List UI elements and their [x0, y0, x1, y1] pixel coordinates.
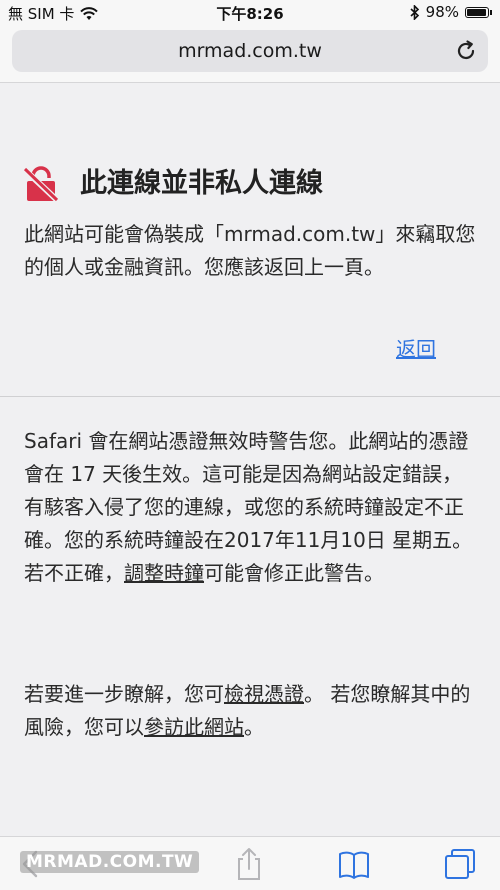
view-certificate-link[interactable]: 檢視憑證: [224, 682, 304, 706]
battery-percent: 98%: [425, 3, 459, 21]
warning-message: 此網站可能會偽裝成「mrmad.com.tw」來竊取您的個人或金融資訊。您應該返…: [24, 222, 476, 279]
details-text: 可能會修正此警告。: [204, 561, 384, 585]
status-right: 98%: [410, 3, 492, 21]
url-text[interactable]: mrmad.com.tw: [12, 40, 488, 62]
details-paragraph-2: 若要進一步瞭解，您可檢視憑證。 若您瞭解其中的風險，您可以參訪此網站。: [24, 678, 476, 744]
reload-icon[interactable]: [454, 39, 478, 63]
status-bar: 無 SIM 卡 下午8:26 98%: [0, 0, 500, 24]
details-paragraph-1: Safari 會在網站憑證無效時警告您。此網站的憑證會在 17 天後生效。這可能…: [24, 425, 476, 590]
warning-section: 此連線並非私人連線 此網站可能會偽裝成「mrmad.com.tw」來竊取您的個人…: [0, 83, 500, 397]
battery-cap: [490, 9, 492, 15]
back-link[interactable]: 返回: [396, 333, 436, 362]
book-icon[interactable]: [337, 847, 371, 881]
navigation-bar: mrmad.com.tw: [0, 24, 500, 83]
bluetooth-icon: [410, 4, 419, 20]
broken-lock-icon: [22, 166, 60, 203]
details-section: Safari 會在網站憑證無效時警告您。此網站的憑證會在 17 天後生效。這可能…: [0, 398, 500, 836]
visit-site-link[interactable]: 參訪此網站: [144, 715, 244, 739]
details-text: 若要進一步瞭解，您可: [24, 682, 224, 706]
watermark: MRMAD.COM.TW: [20, 851, 200, 873]
address-bar[interactable]: mrmad.com.tw: [12, 30, 488, 72]
adjust-clock-link[interactable]: 調整時鐘: [124, 561, 204, 585]
details-text: 。: [244, 715, 264, 739]
share-icon[interactable]: [232, 847, 266, 881]
battery-icon: [465, 6, 489, 18]
tabs-icon[interactable]: [443, 847, 477, 881]
warning-title: 此連線並非私人連線: [80, 168, 323, 199]
